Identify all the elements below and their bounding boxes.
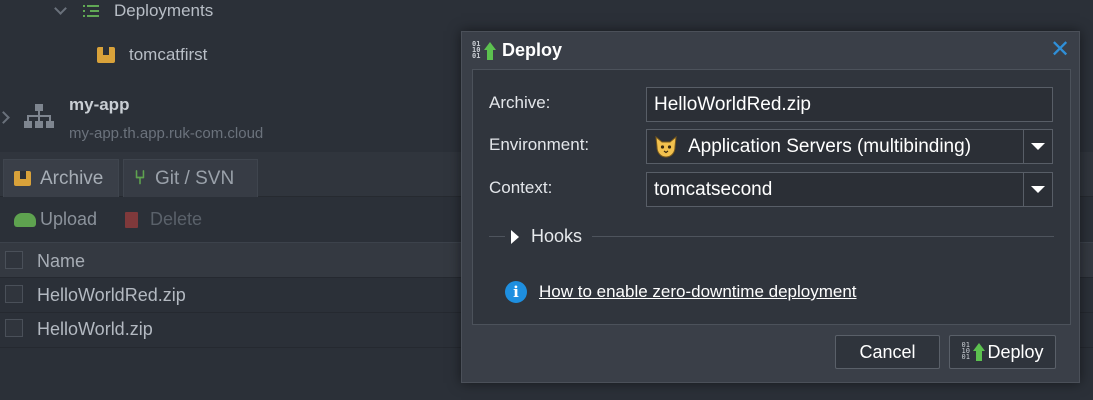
select-all-checkbox[interactable]	[5, 251, 23, 269]
column-header-name[interactable]: Name	[37, 251, 85, 272]
archive-field[interactable]: HelloWorldRed.zip	[646, 87, 1053, 122]
chevron-down-icon[interactable]	[1023, 173, 1052, 206]
chevron-down-icon[interactable]	[1023, 130, 1052, 163]
tree-item-label: Deployments	[114, 1, 214, 20]
environment-domain: my-app.th.app.ruk-com.cloud	[69, 125, 264, 142]
deploy-label: Deploy	[987, 341, 1044, 362]
tab-git-svn[interactable]: ⑂ Git / SVN	[123, 159, 258, 197]
chevron-right-icon[interactable]	[0, 111, 10, 124]
tomcat-icon	[655, 135, 677, 158]
archive-file-name: HelloWorldRed.zip	[37, 285, 186, 305]
deploy-form: Archive: HelloWorldRed.zip Environment: …	[472, 69, 1071, 325]
tab-label: Archive	[40, 167, 104, 189]
tree-item-label: tomcatfirst	[129, 45, 208, 64]
tab-label: Git / SVN	[155, 167, 235, 189]
dialog-title: 01 10 01 Deploy	[472, 40, 562, 61]
caret-right-icon	[511, 229, 519, 244]
trash-icon	[125, 211, 138, 228]
archive-package-icon	[97, 47, 115, 63]
context-value: tomcatsecond	[654, 178, 773, 200]
archive-package-icon	[14, 171, 31, 186]
row-checkbox[interactable]	[5, 319, 23, 337]
delete-button[interactable]: Delete	[125, 209, 202, 230]
chevron-down-icon[interactable]	[54, 2, 67, 15]
hooks-toggle[interactable]: Hooks	[505, 226, 593, 247]
deploy-icon: 01 10 01	[472, 40, 498, 61]
environment-value: Application Servers (multibinding)	[688, 135, 972, 157]
archive-file-name: HelloWorld.zip	[37, 319, 153, 339]
close-icon[interactable]: ✕	[1050, 38, 1070, 62]
environment-select[interactable]: Application Servers (multibinding)	[646, 129, 1053, 164]
tab-archive[interactable]: Archive	[3, 159, 119, 197]
tree-item-deployments[interactable]: Deployments	[82, 1, 213, 21]
deployments-icon	[82, 2, 100, 20]
context-label: Context:	[489, 178, 553, 197]
cancel-label: Cancel	[859, 341, 916, 362]
context-select[interactable]: tomcatsecond	[646, 172, 1053, 207]
dialog-title-text: Deploy	[502, 40, 563, 60]
environment-label: Environment:	[489, 135, 590, 154]
archive-label: Archive:	[489, 93, 551, 112]
deploy-icon: 01 10 01	[961, 342, 986, 362]
deploy-button[interactable]: 01 10 01 Deploy	[949, 335, 1056, 369]
deploy-dialog: 01 10 01 Deploy ✕ Archive: HelloWorldRed.z…	[461, 31, 1080, 383]
tree-item-tomcatfirst[interactable]: tomcatfirst	[97, 45, 207, 65]
zero-downtime-link[interactable]: How to enable zero-downtime deployment	[539, 282, 857, 302]
upload-cloud-icon	[14, 212, 36, 227]
upload-button[interactable]: Upload	[14, 209, 97, 230]
zero-downtime-info: i How to enable zero-downtime deployment	[505, 281, 857, 303]
info-icon: i	[505, 281, 527, 303]
delete-label: Delete	[150, 209, 203, 229]
hooks-label: Hooks	[531, 226, 583, 246]
row-checkbox[interactable]	[5, 285, 23, 303]
upload-label: Upload	[40, 209, 98, 229]
git-branch-icon: ⑂	[134, 167, 146, 189]
cancel-button[interactable]: Cancel	[835, 335, 940, 369]
environment-name[interactable]: my-app	[69, 95, 129, 115]
network-topology-icon	[24, 104, 54, 128]
